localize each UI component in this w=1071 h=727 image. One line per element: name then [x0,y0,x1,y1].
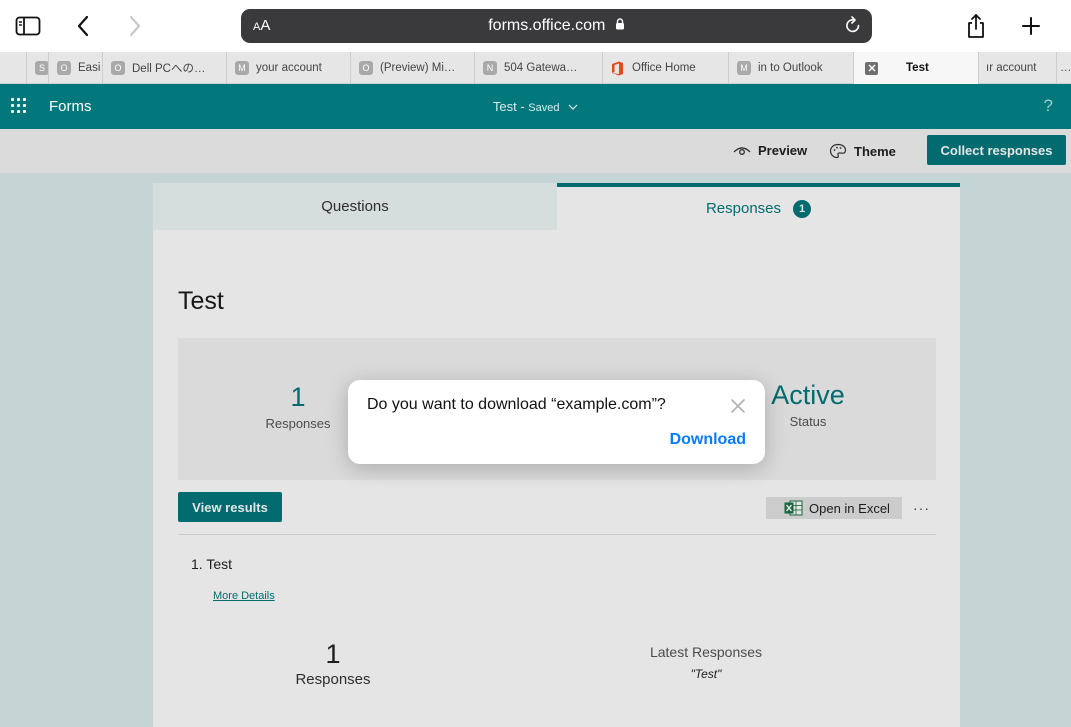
browser-toolbar: AA forms.office.com [0,0,1071,52]
browser-tab[interactable]: N 504 Gatewa… [474,52,602,84]
document-title[interactable]: Test - Saved [0,99,1071,114]
tab-favicon: M [235,61,249,75]
download-dialog-message: Do you want to download “example.com”? [367,396,666,413]
tab-favicon: O [111,61,125,75]
browser-tab[interactable]: M your account [226,52,350,84]
tab-favicon: S [35,61,48,75]
back-icon[interactable] [72,12,94,40]
tab-label: Office Home [632,62,696,74]
share-icon[interactable] [964,12,988,40]
tab-strip: S O Easi O Dell PCへの… M your account O (… [0,52,1071,84]
tab-favicon: N [483,61,497,75]
tab-favicon: O [57,61,71,75]
tab-label: your account [256,62,322,74]
help-icon[interactable]: ? [1044,96,1053,116]
browser-tab[interactable]: Office Home [602,52,728,84]
reload-icon[interactable] [844,16,862,41]
document-title-text: Test [492,99,517,114]
browser-tab[interactable]: S [26,52,48,84]
tab-close-icon[interactable] [865,61,878,75]
tab-overflow[interactable]: … [1056,52,1071,84]
new-tab-icon[interactable] [1019,12,1043,40]
address-bar[interactable]: AA forms.office.com [241,9,872,43]
browser-tab[interactable]: O Easi [48,52,102,84]
sidebar-icon[interactable] [14,12,42,40]
browser-tab[interactable]: O Dell PCへの… [102,52,226,84]
forward-icon[interactable] [124,12,146,40]
download-button[interactable]: Download [670,431,746,449]
browser-tab-active[interactable]: Test [853,52,978,84]
tab-label: Test [906,62,929,74]
download-dialog: Do you want to download “example.com”? D… [348,380,765,464]
office-logo-icon [611,61,624,76]
browser-tab[interactable]: M in to Outlook [728,52,853,84]
tab-label: 504 Gatewa… [504,62,578,74]
address-url-text: forms.office.com [488,17,606,35]
lock-icon [615,17,625,35]
save-status: Saved [528,102,560,114]
address-url[interactable]: forms.office.com [241,17,872,35]
tab-label: Dell PCへの… [132,63,206,75]
tab-favicon: M [737,61,751,75]
tab-label: Easi [78,62,101,74]
close-icon[interactable] [729,397,747,415]
tab-label: in to Outlook [758,62,823,74]
forms-header: Forms Test - Saved ? [0,84,1071,129]
tab-label: ır account [986,62,1037,74]
browser-tab[interactable]: O (Preview) Mi… [350,52,474,84]
tab-favicon: O [359,61,373,75]
browser-tab[interactable]: ır account [978,52,1056,84]
tab-label: (Preview) Mi… [380,62,456,74]
chevron-down-icon [568,99,578,114]
